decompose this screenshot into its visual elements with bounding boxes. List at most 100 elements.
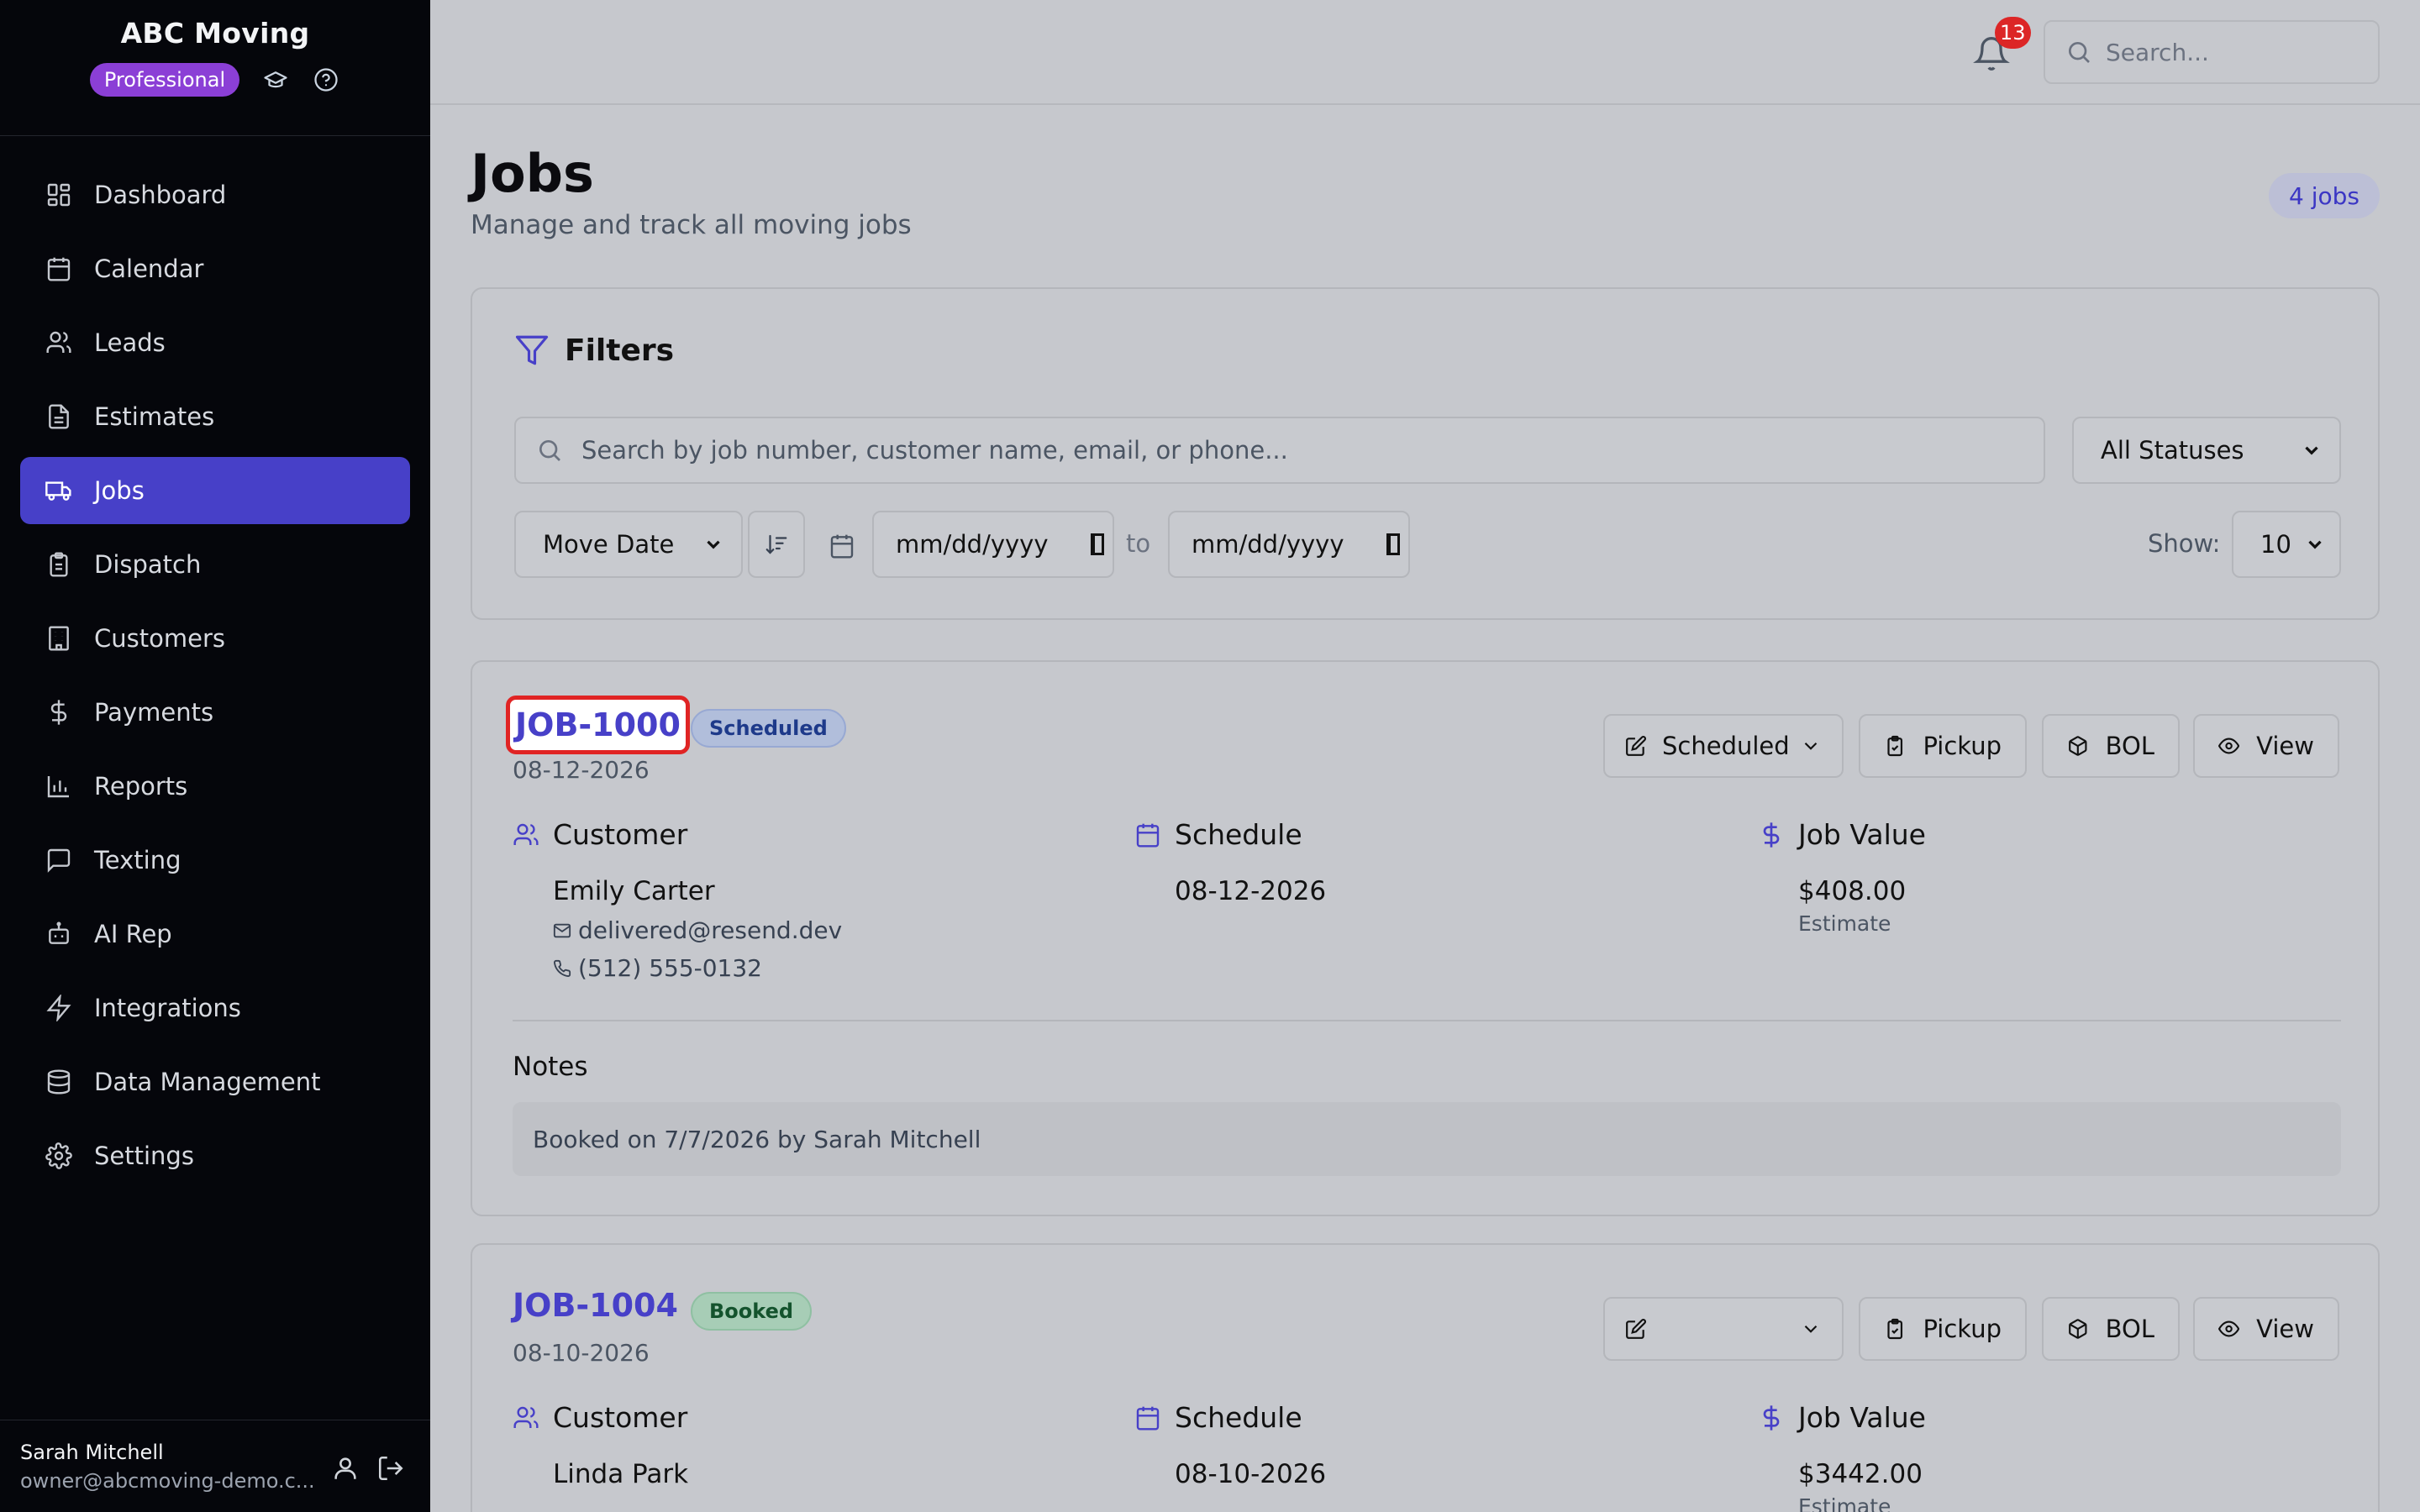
sidebar-item-label: Dispatch <box>94 550 202 579</box>
logout-icon[interactable] <box>376 1454 405 1483</box>
sidebar-item-label: Texting <box>94 846 182 874</box>
job-number-link[interactable]: JOB-1000 <box>506 696 690 754</box>
job-card: JOB-1004 Booked 08-10-2026 Pickup BOL Vi… <box>471 1243 2380 1512</box>
page-size-label: Show: <box>2148 529 2221 558</box>
sidebar-item-label: Customers <box>94 624 225 653</box>
status-select[interactable]: All Statuses <box>2072 417 2341 484</box>
dollar-icon <box>1763 822 1780 848</box>
edit-icon <box>1626 1319 1646 1339</box>
bar-chart-icon <box>47 776 69 798</box>
customer-heading: Customer <box>553 818 688 851</box>
sidebar-item-data-management[interactable]: Data Management <box>20 1048 410 1116</box>
job-number-link[interactable]: JOB-1004 <box>513 1287 678 1324</box>
graduation-cap-icon[interactable] <box>261 66 290 94</box>
building-icon <box>49 626 69 651</box>
users-icon <box>513 823 539 845</box>
search-icon <box>539 440 560 461</box>
job-value-type: Estimate <box>1798 911 1891 936</box>
view-button[interactable]: View <box>2193 714 2339 778</box>
date-range-to-label: to <box>1126 529 1151 558</box>
mail-icon <box>553 923 571 937</box>
sidebar-item-dispatch[interactable]: Dispatch <box>20 531 410 598</box>
help-circle-icon[interactable] <box>312 66 340 94</box>
customer-email[interactable]: delivered@resend.dev <box>578 916 842 944</box>
job-card: JOB-1000 Scheduled 08-12-2026 Scheduled … <box>471 660 2380 1216</box>
customer-column: Customer Linda Park <box>513 1401 688 1489</box>
sidebar-item-dashboard[interactable]: Dashboard <box>20 161 410 228</box>
sidebar-item-calendar[interactable]: Calendar <box>20 235 410 302</box>
sidebar-item-label: Settings <box>94 1142 194 1170</box>
pickup-label: Pickup <box>1923 732 2002 760</box>
pickup-button[interactable]: Pickup <box>1859 714 2027 778</box>
job-value-heading: Job Value <box>1798 1401 1926 1434</box>
plan-badge[interactable]: Professional <box>89 63 240 97</box>
users-icon <box>513 1406 539 1428</box>
phone-icon <box>554 959 571 977</box>
brand-header: ABC Moving Professional <box>0 0 430 136</box>
date-from-input[interactable]: mm/dd/yyyy <box>872 511 1114 578</box>
dashboard-icon <box>47 183 71 207</box>
sidebar-item-integrations[interactable]: Integrations <box>20 974 410 1042</box>
sidebar-item-jobs[interactable]: Jobs <box>20 457 410 524</box>
status-badge: Booked <box>691 1292 813 1331</box>
schedule-column: Schedule 08-12-2026 <box>1134 818 1326 906</box>
date-to-input[interactable]: mm/dd/yyyy <box>1168 511 1410 578</box>
customer-heading: Customer <box>553 1401 688 1434</box>
sort-field-value: Move Date <box>543 530 675 559</box>
database-icon <box>47 1069 71 1095</box>
sort-field-select[interactable]: Move Date <box>514 511 743 578</box>
notes-heading: Notes <box>513 1052 588 1082</box>
user-profile-icon[interactable] <box>331 1454 360 1483</box>
sidebar-item-label: Integrations <box>94 994 241 1022</box>
sidebar-item-label: AI Rep <box>94 920 172 948</box>
search-icon <box>2069 42 2090 63</box>
sidebar-item-payments[interactable]: Payments <box>20 679 410 746</box>
chevron-down-icon <box>2308 540 2322 549</box>
schedule-heading: Schedule <box>1175 1401 1302 1434</box>
sidebar-item-reports[interactable]: Reports <box>20 753 410 820</box>
job-date: 08-12-2026 <box>513 756 650 784</box>
status-change-select[interactable] <box>1603 1297 1844 1361</box>
global-search <box>2044 20 2380 84</box>
page-size-select[interactable]: 10 <box>2232 511 2341 578</box>
date-picker-icon[interactable] <box>1386 533 1400 555</box>
chevron-down-icon <box>2305 446 2318 455</box>
zap-icon <box>46 995 71 1021</box>
user-panel: Sarah Mitchell owner@abcmoving-demo.c... <box>0 1420 430 1512</box>
job-value-column: Job Value $408.00 Estimate <box>1758 818 1926 936</box>
job-value-column: Job Value $3442.00 Estimate <box>1758 1401 1926 1512</box>
status-select-value: All Statuses <box>2101 436 2244 465</box>
bot-icon <box>49 921 69 944</box>
date-from-placeholder: mm/dd/yyyy <box>896 530 1049 559</box>
sidebar-item-settings[interactable]: Settings <box>20 1122 410 1189</box>
sidebar-item-ai-rep[interactable]: AI Rep <box>20 900 410 968</box>
chevron-down-icon <box>1804 742 1818 750</box>
sidebar-nav: Dashboard Calendar Leads Estimates Jobs … <box>0 136 430 1189</box>
sidebar-item-texting[interactable]: Texting <box>20 827 410 894</box>
bol-button[interactable]: BOL <box>2042 1297 2180 1361</box>
status-change-select[interactable]: Scheduled <box>1603 714 1844 778</box>
customer-column: Customer Emily Carter delivered@resend.d… <box>513 818 842 982</box>
clipboard-check-icon <box>1887 1318 1903 1340</box>
view-button[interactable]: View <box>2193 1297 2339 1361</box>
bol-label: BOL <box>2105 1315 2154 1343</box>
view-label: View <box>2256 732 2314 760</box>
filter-search-input[interactable] <box>581 436 2010 465</box>
sidebar-item-estimates[interactable]: Estimates <box>20 383 410 450</box>
sidebar-item-leads[interactable]: Leads <box>20 309 410 376</box>
pickup-button[interactable]: Pickup <box>1859 1297 2027 1361</box>
sidebar-item-customers[interactable]: Customers <box>20 605 410 672</box>
global-search-input[interactable] <box>2106 38 2358 66</box>
date-picker-icon[interactable] <box>1091 533 1104 555</box>
bol-button[interactable]: BOL <box>2042 714 2180 778</box>
sidebar-item-label: Payments <box>94 698 214 727</box>
customer-phone[interactable]: (512) 555-0132 <box>578 954 762 982</box>
clipboard-check-icon <box>1887 735 1903 757</box>
sort-direction-button[interactable] <box>748 511 805 578</box>
job-count-badge: 4 jobs <box>2269 173 2380 218</box>
filters-heading: Filters <box>514 333 674 368</box>
eye-icon <box>2218 738 2240 754</box>
sort-descending-icon <box>765 534 787 554</box>
job-value-type: Estimate <box>1798 1494 1891 1512</box>
truck-icon <box>45 481 71 501</box>
